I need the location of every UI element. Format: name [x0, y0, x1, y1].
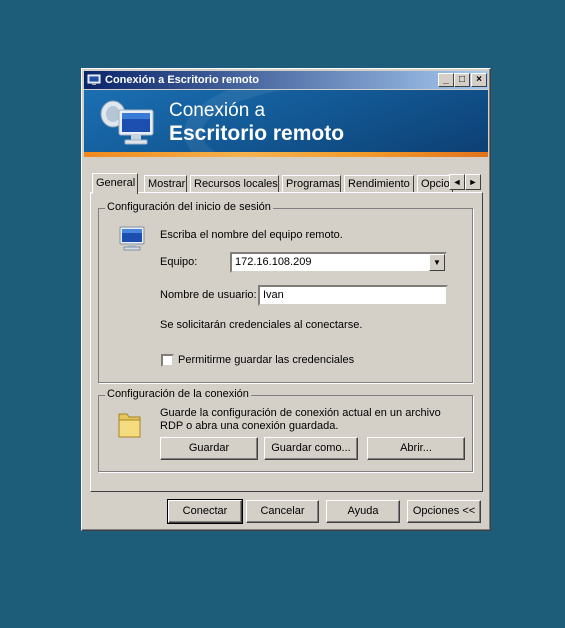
connection-settings-legend: Configuración de la conexión — [105, 388, 251, 400]
banner-line1: Conexión a — [169, 100, 266, 121]
remote-desktop-icon — [87, 74, 101, 85]
chevron-down-icon[interactable]: ▼ — [429, 254, 445, 271]
banner-line2: Escritorio remoto — [169, 122, 345, 145]
username-value: Ivan — [263, 289, 284, 301]
connection-settings-group: Configuración de la conexión Guarde la c… — [98, 388, 473, 472]
tab-opciones[interactable]: Opcio — [417, 175, 453, 193]
computer-value: 172.16.108.209 — [235, 256, 312, 268]
username-label: Nombre de usuario: — [160, 289, 257, 301]
options-button[interactable]: Opciones << — [407, 500, 481, 523]
window-title: Conexión a Escritorio remoto — [105, 74, 260, 86]
connection-description-line2: RDP o abra una conexión guardada. — [160, 420, 339, 432]
login-settings-legend: Configuración del inicio de sesión — [105, 201, 273, 213]
tab-recursos-locales[interactable]: Recursos locales — [190, 175, 279, 193]
tab-scroll-right-button[interactable]: ► — [465, 174, 481, 190]
computer-label: Equipo: — [160, 256, 198, 268]
tab-general[interactable]: General — [92, 173, 138, 194]
general-tab-panel: Configuración del inicio de sesión Escri… — [90, 192, 483, 492]
open-button[interactable]: Abrir... — [367, 437, 465, 460]
tab-strip: General Mostrar Recursos locales Program… — [92, 173, 481, 194]
title-bar[interactable]: Conexión a Escritorio remoto _ □ × — [84, 71, 488, 89]
save-as-button[interactable]: Guardar como... — [264, 437, 358, 460]
maximize-button[interactable]: □ — [454, 73, 470, 87]
folder-icon — [118, 413, 141, 438]
save-credentials-label[interactable]: Permitirme guardar las credenciales — [178, 354, 354, 366]
computer-icon — [119, 226, 145, 251]
remote-desktop-computer-icon — [100, 100, 154, 145]
tab-programas[interactable]: Programas — [282, 175, 341, 193]
cancel-button[interactable]: Cancelar — [246, 500, 319, 523]
banner-stripe — [84, 152, 488, 157]
close-button[interactable]: × — [471, 73, 487, 87]
credentials-note: Se solicitarán credenciales al conectars… — [160, 319, 363, 331]
tab-mostrar[interactable]: Mostrar — [144, 175, 187, 193]
tab-scroll-left-button[interactable]: ◄ — [449, 174, 465, 190]
save-button[interactable]: Guardar — [160, 437, 258, 460]
help-button[interactable]: Ayuda — [326, 500, 400, 523]
banner: Conexión a Escritorio remoto — [84, 90, 488, 157]
minimize-button[interactable]: _ — [438, 73, 454, 87]
login-settings-group: Configuración del inicio de sesión Escri… — [98, 201, 473, 383]
instruction-text: Escriba el nombre del equipo remoto. — [160, 229, 343, 241]
tab-rendimiento[interactable]: Rendimiento — [344, 175, 414, 193]
username-input[interactable]: Ivan — [258, 285, 448, 306]
remote-desktop-window: Conexión a Escritorio remoto _ □ × Conex… — [81, 68, 491, 531]
save-credentials-checkbox[interactable] — [161, 354, 174, 367]
connection-description-line1: Guarde la configuración de conexión actu… — [160, 407, 441, 419]
connect-button[interactable]: Conectar — [167, 499, 243, 524]
computer-combobox[interactable]: 172.16.108.209 ▼ — [230, 252, 447, 273]
